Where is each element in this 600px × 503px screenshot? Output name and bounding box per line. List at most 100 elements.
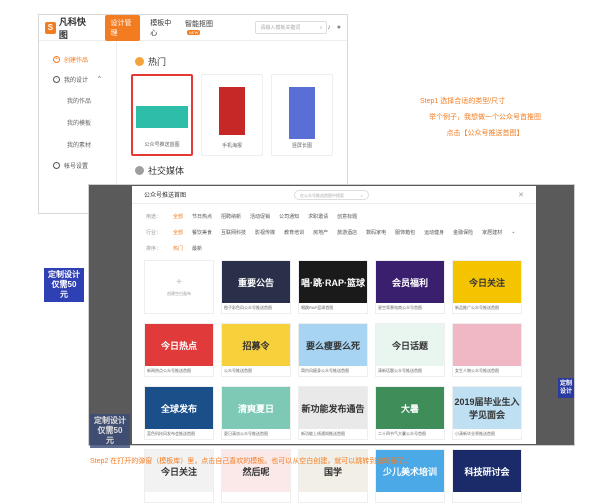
template-card-caption: 蓝色科技风发布会推送首图 [147,431,195,436]
filter-option[interactable]: 全部 [173,213,183,220]
template-card[interactable]: 2019届毕业生入学见面会 小清新毕业季推送首图 [452,386,522,440]
sidebar-item-my-works[interactable]: 我的作品 [39,89,116,111]
sort-option[interactable]: 热门 [173,245,183,252]
social-icon [135,166,144,175]
sidebar-item-create[interactable]: + 创建作品 [39,49,116,69]
template-card-image: 大暑 [376,387,444,429]
search-input[interactable]: 请输入模板关键词 ⌕ [255,21,328,34]
template-card[interactable]: 招募令 公众号推送首图 [221,323,291,377]
filter-option[interactable]: 全部 [173,229,183,236]
filter-option[interactable]: 服饰箱包 [395,229,415,236]
modal-header: 公众号推送首图 在公众号推送首图中搜索 ⌕ ✕ [132,186,536,204]
template-card-caption: 女生人物公众号推送首图 [455,368,499,373]
template-card[interactable]: 科技研讨会 [452,449,522,503]
plus-icon: + [53,55,60,63]
filter-option[interactable]: 影视传媒 [255,229,275,236]
filter-option[interactable]: 餐饮美食 [192,229,212,236]
template-mobile-poster[interactable]: 手机海报 [201,74,264,156]
filter-option[interactable]: 节日热点 [192,213,212,220]
nav-template-center[interactable]: 模板中心 [150,18,175,38]
template-card-image: 今日话题 [376,324,444,366]
template-card[interactable]: 大暑二十四节气大暑公众号首图 [375,386,445,440]
search-icon[interactable]: ⌕ [361,193,363,198]
filter-option[interactable]: 互联网科技 [221,229,246,236]
template-card[interactable]: 全球发布蓝色科技风发布会推送首图 [144,386,214,440]
filter-option[interactable]: 房地产 [313,229,328,236]
template-card-caption: 橙子彩色风公众号推送首图 [224,305,272,310]
template-card-caption: 唱跳RAP篮球首图 [301,305,334,310]
create-blank-canvas[interactable]: + 创建空白画布 [144,260,214,314]
logo[interactable]: S 凡科快图 [45,15,91,41]
filter-option[interactable]: 公司通知 [279,213,299,220]
template-card[interactable]: 今日关注新品推广公众号推送首图 [452,260,522,314]
close-icon[interactable]: ✕ [518,191,524,199]
logo-text: 凡科快图 [58,16,86,40]
template-wechat-cover[interactable]: 公众号推送首图 [131,74,194,156]
template-card-image: 全球发布 [145,387,213,429]
top-icons: ♪ ● [327,24,341,31]
nav-smart-cutout[interactable]: 智能抠图NEW [185,19,223,36]
filter-option[interactable]: 金融保险 [453,229,473,236]
template-card-caption: 星空背景电商公众号首图 [378,305,422,310]
template-card[interactable]: 重要公告橙子彩色风公众号推送首图 [221,260,291,314]
template-card-caption: 新闻热点公众号推送首图 [147,368,191,373]
avatar-icon[interactable]: ● [337,24,341,31]
new-badge: NEW [187,30,201,35]
template-card[interactable]: 会员福利 星空背景电商公众号首图 [375,260,445,314]
template-long-image[interactable]: 竖屏长图 [271,74,333,156]
filter-option[interactable]: 旅游酒店 [337,229,357,236]
modal-search-input[interactable]: 在公众号推送首图中搜索 ⌕ [294,189,370,200]
template-thumbnail [136,106,189,128]
social-section-title: 社交媒体 [135,164,333,177]
template-card-caption: 新品推广公众号推送首图 [455,305,499,310]
filter-option[interactable]: 活动促销 [250,213,270,220]
filter-option[interactable]: 数码家电 [366,229,386,236]
template-card[interactable]: 唱·跳·RAP·篮球 唱跳RAP篮球首图 [298,260,368,314]
template-card[interactable]: 今日热点新闻热点公众号推送首图 [144,323,214,377]
template-card-image: 今日热点 [145,324,213,366]
sidebar-item-my-design[interactable]: · 我的设计 ^ [39,69,116,89]
promo-banner-left[interactable]: 定制设计 仅需50元 [44,268,84,302]
search-icon[interactable]: ⌕ [319,25,322,31]
template-card[interactable]: 今日话题清新话题公众号推送首图 [375,323,445,377]
template-card-caption: 简约风瘦身公众号推送首图 [301,368,349,373]
sidebar-item-my-materials[interactable]: 我的素材 [39,133,116,155]
bell-icon[interactable]: ♪ [327,24,331,31]
promo-banner-right[interactable]: 定制设计 [558,378,574,398]
modal-title: 公众号推送首图 [144,193,187,199]
filter-option[interactable]: 教育培训 [284,229,304,236]
template-card-caption: 清新话题公众号推送首图 [378,368,422,373]
template-card-image: 今日关注 [453,261,521,303]
template-card-caption: 二十四节气大暑公众号首图 [378,431,426,436]
promo-banner-left-dim[interactable]: 定制设计 仅需50元 [90,414,130,448]
template-grid: + 创建空白画布 重要公告 橙子彩色风公众号推送首图 唱·跳·RAP·篮球 唱跳RAP… [144,260,526,503]
step2-annotation: Step2 在打开的弹窗（模板库）里，点击自己喜欢的模板。也可以从空白创建，就可… [90,458,412,465]
template-card-image [453,324,521,366]
filter-option[interactable]: 家居建材 [482,229,502,236]
step1-annotation: Step1 选择合适的类型/尺寸 举个例子，我想做一个公众号首推图 点击【公众号… [420,98,541,137]
fire-icon [135,57,144,66]
filter-option[interactable]: 创意标题 [337,213,357,220]
filter-option[interactable]: 运动健身 [424,229,444,236]
template-card[interactable]: 女生人物公众号推送首图 [452,323,522,377]
filter-industry: 行业： 全部 餐饮美食 互联网科技 影视传媒 教育培训 房地产 旅游酒店 数码家… [146,229,516,236]
template-card-caption: 夏日清凉公众号推送首图 [224,431,268,436]
sidebar-item-my-templates[interactable]: 我的模板 [39,111,116,133]
template-card-caption: 小清新毕业季推送首图 [455,431,495,436]
chevron-down-icon[interactable]: ⌄ [511,229,515,235]
template-card-image: 清爽夏日 [222,387,290,429]
filter-usage: 用途： 全部 节日热点 招聘纳新 活动促销 公司通知 求职邀请 创意标题 [146,213,358,220]
template-card[interactable]: 新功能发布通告 新功能上线通知推送首图 [298,386,368,440]
template-card[interactable]: 要么瘦要么死 简约风瘦身公众号推送首图 [298,323,368,377]
template-card-caption: 新功能上线通知推送首图 [301,431,345,436]
sort-option[interactable]: 最新 [192,245,202,252]
main-nav: 设计管理 模板中心 智能抠图NEW [105,15,223,41]
sidebar-item-account[interactable]: · 帐号设置 [39,155,116,175]
filter-sort: 排序： 热门 最新 [146,245,203,252]
template-card[interactable]: 清爽夏日夏日清凉公众号推送首图 [221,386,291,440]
filter-option[interactable]: 求职邀请 [308,213,328,220]
nav-design-manage[interactable]: 设计管理 [105,15,141,41]
filter-option[interactable]: 招聘纳新 [221,213,241,220]
template-card-image: 重要公告 [222,261,290,303]
gear-icon: · [53,161,60,169]
